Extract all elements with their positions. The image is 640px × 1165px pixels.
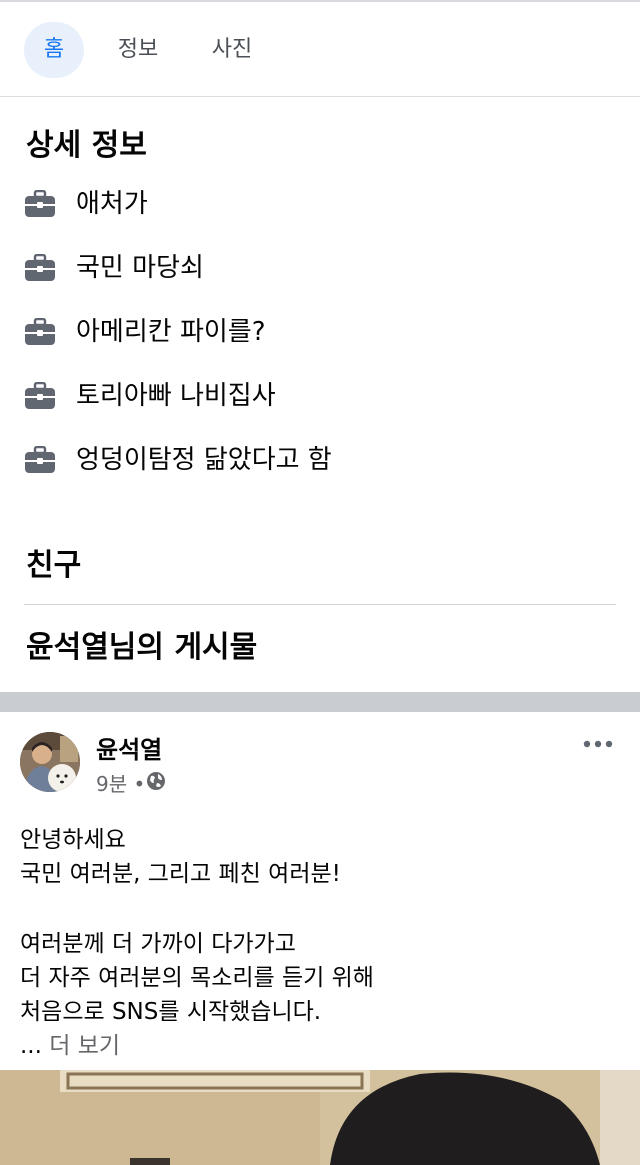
posts-section-title: 윤석열님의 게시물 [26,630,258,665]
post-photo[interactable] [0,1070,640,1165]
post-author[interactable]: 윤석열 [96,730,162,765]
feed-separator [0,692,640,712]
tab-about-label: 정보 [117,37,159,62]
briefcase-icon [25,446,55,473]
post-see-more-line: ... 더 보기 [20,1026,120,1060]
post-card: 윤석열 9분 • 안녕하세요 국민 여러분, 그리고 페친 여러분! 여러분께 … [0,712,640,1165]
tab-photos[interactable]: 사진 [208,22,256,78]
briefcase-icon [25,190,55,217]
detail-item-text: 엉덩이탐정 닮았다고 함 [76,445,332,475]
post-text-line: 더 자주 여러분의 목소리를 듣기 위해 [20,965,374,991]
tabs-divider [0,96,640,97]
avatar[interactable] [20,732,80,792]
detail-item-text: 토리아빠 나비집사 [76,381,276,411]
post-text-line: 국민 여러분, 그리고 페친 여러분! [20,861,341,887]
post-text-line: 여러분께 더 가까이 다가가고 [20,931,296,957]
tab-home[interactable]: 홈 [24,22,84,78]
post-time[interactable]: 9분 [96,772,127,796]
meta-separator: • [133,772,146,796]
detail-item-text: 국민 마당쇠 [76,253,204,283]
post-text-line: 안녕하세요 [20,827,126,853]
detail-item-text: 애처가 [76,189,148,219]
more-options-icon[interactable] [580,732,616,756]
briefcase-icon [25,254,55,281]
briefcase-icon [25,382,55,409]
avatar-image [20,732,80,792]
post-text-line: 처음으로 SNS를 시작했습니다. [20,999,322,1025]
tab-photos-label: 사진 [211,37,253,62]
ellipsis: ... [20,1033,42,1059]
see-more-link[interactable]: 더 보기 [49,1033,120,1059]
post-meta: 9분 • [96,768,145,797]
friends-title[interactable]: 친구 [26,540,81,584]
tab-about[interactable]: 정보 [114,22,162,78]
tab-home-label: 홈 [43,37,65,62]
globe-icon[interactable] [146,771,166,791]
briefcase-icon [25,318,55,345]
detail-item-text: 아메리칸 파이를? [76,317,266,347]
details-title: 상세 정보 [26,128,147,163]
section-divider [24,604,616,605]
profile-tabs: 홈 정보 사진 [0,2,640,96]
post-photo-image [0,1070,640,1165]
